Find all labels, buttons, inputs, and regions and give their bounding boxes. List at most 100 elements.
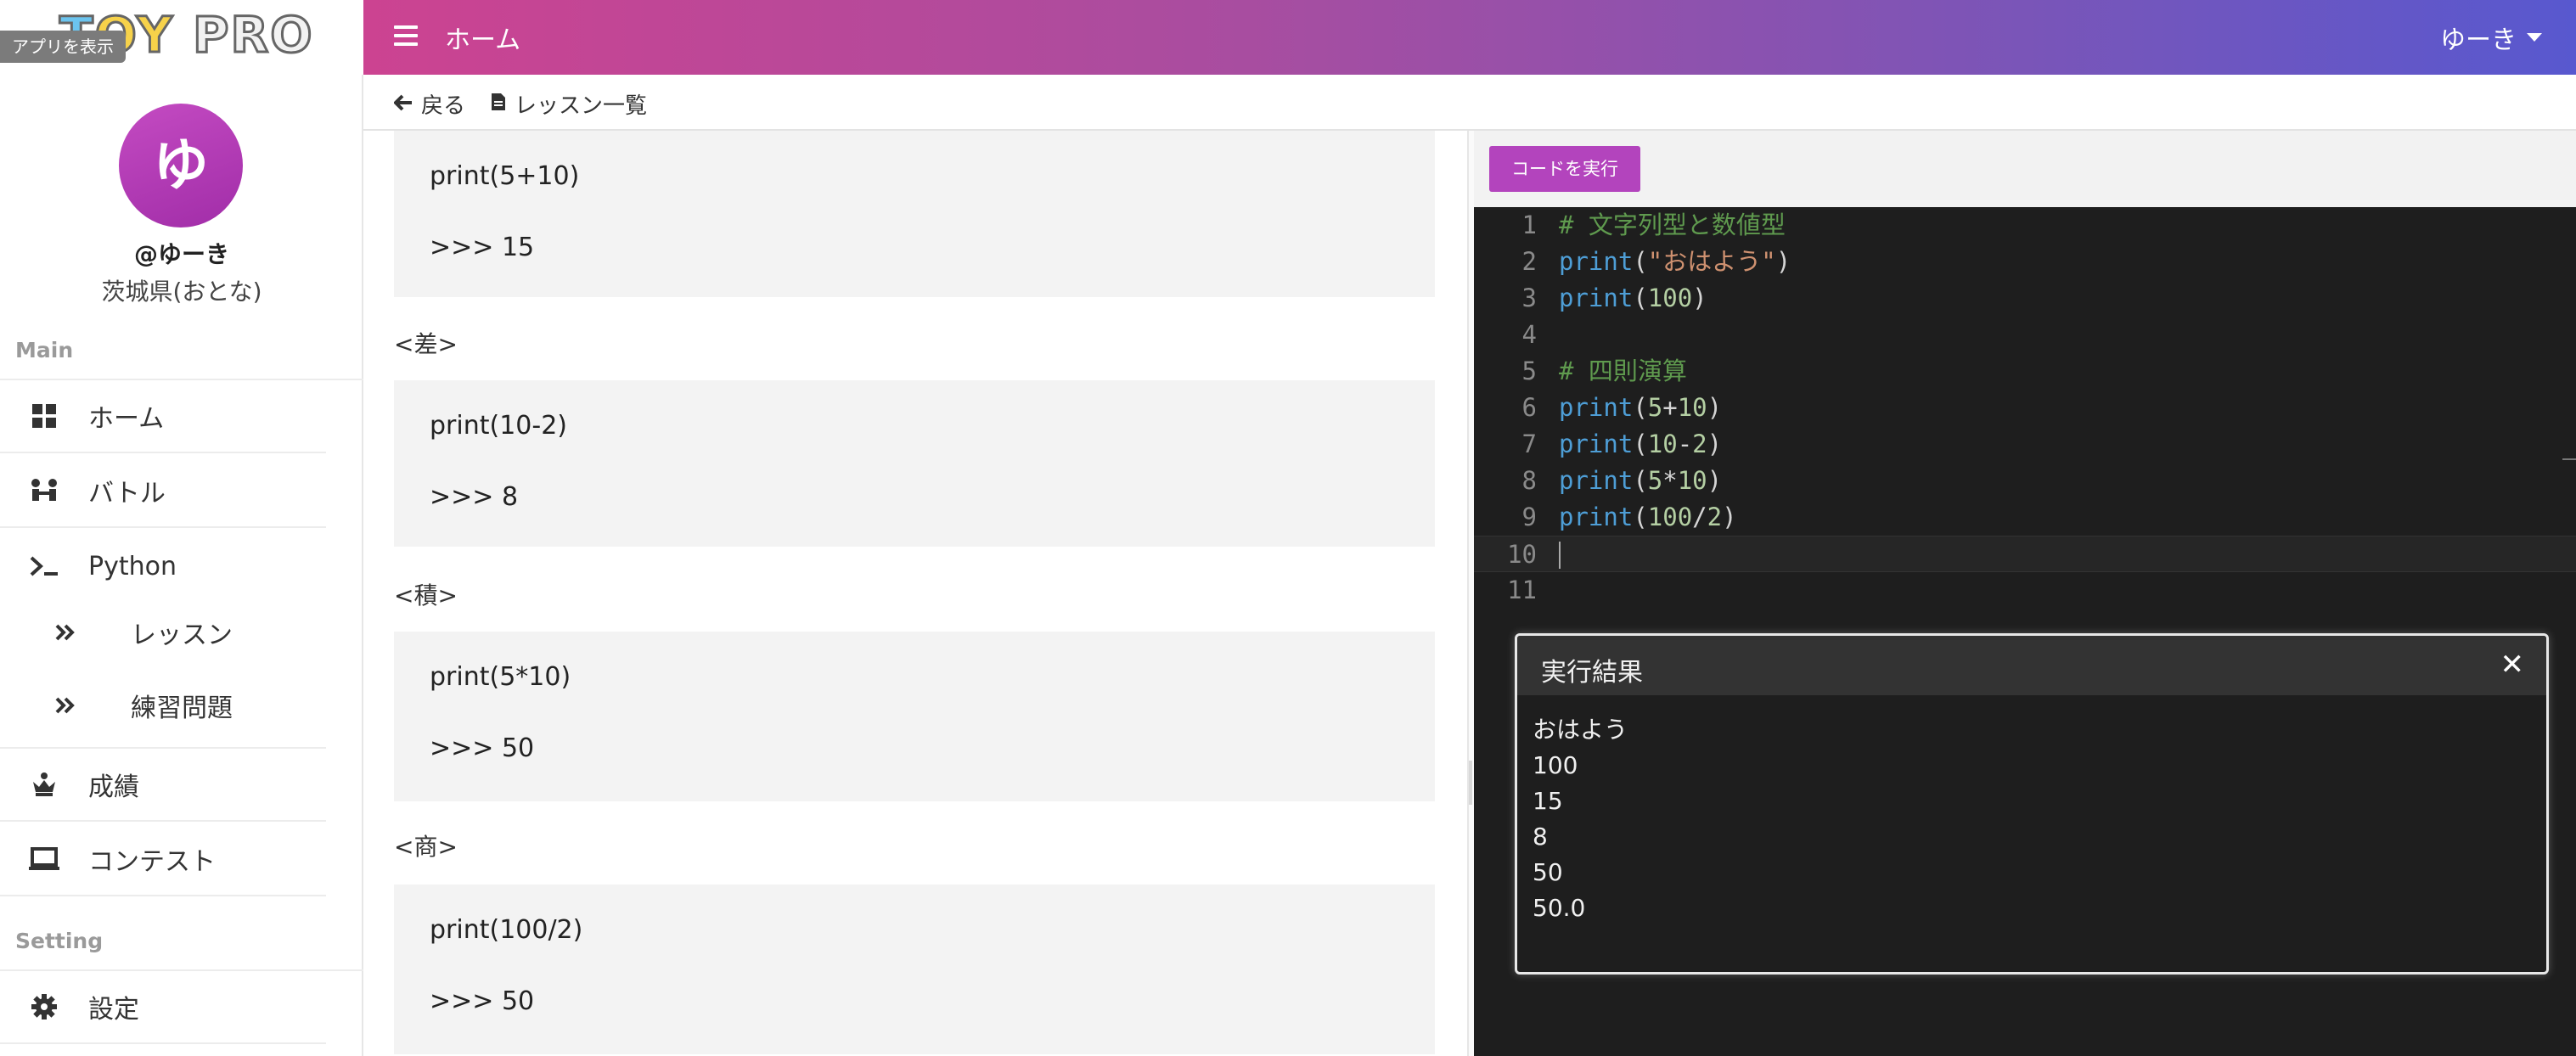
- editor-line[interactable]: 9 print(100/2): [1474, 499, 2576, 536]
- code-example: print(100/2): [430, 915, 583, 945]
- grid-icon: [0, 403, 88, 429]
- editor-line[interactable]: 1 # 文字列型と数値型: [1474, 207, 2576, 244]
- sidebar-item-label: バトル: [88, 479, 166, 508]
- close-icon[interactable]: ✕: [2500, 648, 2525, 682]
- sidebar-item-contest[interactable]: コンテスト: [0, 823, 326, 896]
- result-dialog: 実行結果 ✕ おはよう 100 15 8 50 50.0: [1515, 633, 2549, 975]
- editor-line[interactable]: 5 # 四則演算: [1474, 353, 2576, 390]
- code-line: print(5+10): [1559, 393, 1723, 422]
- line-number: 5: [1521, 357, 1537, 385]
- line-number: 6: [1521, 393, 1537, 422]
- user-handle: @ゆーき: [133, 240, 229, 268]
- battle-icon: [0, 478, 88, 503]
- sidebar-item-grades[interactable]: 成績: [0, 749, 326, 822]
- code-line: # 四則演算: [1559, 357, 1687, 385]
- arrow-left-icon: [393, 92, 413, 117]
- caret-down-icon: [2527, 33, 2542, 42]
- crown-icon: [0, 772, 88, 797]
- sidebar-item-settings[interactable]: 設定: [0, 971, 326, 1044]
- scroll-indicator[interactable]: [2562, 458, 2576, 460]
- result-output-line: 50: [1533, 858, 1563, 886]
- code-output: >>> 15: [430, 233, 535, 262]
- sidebar-item-label: Python: [88, 551, 177, 581]
- line-number: 9: [1521, 503, 1537, 531]
- code-example-card: print(5*10) >>> 50: [394, 632, 1435, 801]
- user-region: 茨城県(おとな): [101, 278, 262, 306]
- operation-label: <差>: [394, 330, 458, 358]
- result-output-line: 50.0: [1533, 894, 1586, 922]
- line-number: 8: [1521, 466, 1537, 495]
- sidebar-item-label: 設定: [88, 995, 139, 1025]
- code-line: print(100/2): [1559, 503, 1737, 531]
- line-number: 11: [1507, 576, 1537, 604]
- section-title-setting: Setting: [15, 929, 104, 953]
- editor-line[interactable]: 10: [1474, 536, 2576, 572]
- code-example: print(10-2): [430, 411, 567, 441]
- editor-line[interactable]: 3 print(100): [1474, 280, 2576, 317]
- code-example-card: print(100/2) >>> 50: [394, 885, 1435, 1054]
- top-header: ホーム ゆーき: [363, 0, 2576, 75]
- double-chevron-icon: [0, 696, 131, 715]
- laptop-icon: [0, 846, 88, 872]
- user-menu-label: ゆーき: [2440, 25, 2517, 55]
- result-output-line: 100: [1533, 751, 1578, 779]
- code-example-card: print(10-2) >>> 8: [394, 380, 1435, 547]
- code-output: >>> 50: [430, 986, 535, 1016]
- section-title-main: Main: [15, 338, 74, 362]
- sidebar-item-label: ホーム: [88, 404, 165, 434]
- run-code-button[interactable]: コードを実行: [1489, 146, 1640, 192]
- code-line: print(10-2): [1559, 430, 1723, 458]
- panel-splitter[interactable]: [1467, 131, 1474, 1056]
- sidebar-item-battle[interactable]: バトル: [0, 455, 326, 528]
- logo-area: TOY PRO アプリを表示: [0, 0, 363, 75]
- code-output: >>> 50: [430, 733, 535, 763]
- editor-line[interactable]: 6 print(5+10): [1474, 390, 2576, 426]
- operation-label: <商>: [394, 833, 458, 861]
- breadcrumb-bar: 戻る レッスン一覧: [363, 75, 2576, 131]
- terminal-icon: [0, 553, 88, 579]
- double-chevron-icon: [0, 623, 131, 642]
- splitter-handle[interactable]: [1469, 761, 1472, 805]
- avatar[interactable]: ゆ: [119, 104, 243, 227]
- lesson-list-link[interactable]: レッスン一覧: [491, 88, 647, 120]
- result-output-line: おはよう: [1533, 716, 1628, 744]
- editor-line[interactable]: 7 print(10-2): [1474, 426, 2576, 463]
- show-app-badge[interactable]: アプリを表示: [0, 31, 126, 63]
- code-line: print(100): [1559, 284, 1707, 312]
- line-number: 7: [1521, 430, 1537, 458]
- code-example: print(5*10): [430, 662, 571, 692]
- hamburger-menu-icon[interactable]: [394, 25, 418, 46]
- editor-line[interactable]: 11: [1474, 572, 2576, 609]
- code-line: print("おはよう"): [1559, 247, 1791, 276]
- sidebar-item-home[interactable]: ホーム: [0, 380, 326, 453]
- sidebar-item-lessons[interactable]: レッスン: [0, 596, 326, 669]
- back-link[interactable]: 戻る: [393, 88, 465, 120]
- text-cursor: [1559, 542, 1561, 569]
- line-number: 1: [1521, 211, 1537, 239]
- page-title: ホーム: [445, 25, 521, 55]
- code-line: print(5*10): [1559, 466, 1723, 495]
- lesson-list-link-label: レッスン一覧: [515, 93, 648, 119]
- sidebar-item-label: レッスン: [131, 621, 233, 650]
- sidebar-item-label: 練習問題: [131, 694, 233, 723]
- result-dialog-title: 実行結果: [1541, 658, 1643, 688]
- user-menu-dropdown[interactable]: ゆーき: [2440, 19, 2542, 56]
- sidebar-item-label: コンテスト: [88, 847, 216, 877]
- result-dialog-header: 実行結果 ✕: [1517, 636, 2546, 695]
- line-number: 3: [1521, 284, 1537, 312]
- line-number: 4: [1521, 320, 1537, 349]
- sidebar-item-python[interactable]: Python: [0, 530, 326, 603]
- sidebar-item-label: 成績: [88, 772, 139, 802]
- result-output-line: 8: [1533, 823, 1548, 851]
- line-number: 2: [1521, 247, 1537, 276]
- editor-line[interactable]: 2 print("おはよう"): [1474, 244, 2576, 280]
- document-icon: [491, 92, 506, 117]
- editor-line[interactable]: 8 print(5*10): [1474, 463, 2576, 499]
- editor-line[interactable]: 4: [1474, 317, 2576, 353]
- result-output-line: 15: [1533, 787, 1563, 815]
- sidebar: TOY PRO アプリを表示 ゆ @ゆーき 茨城県(おとな) Main ホーム …: [0, 0, 363, 1056]
- sidebar-item-exercises[interactable]: 練習問題: [0, 669, 326, 742]
- line-number: 10: [1507, 540, 1537, 569]
- gear-icon: [0, 994, 88, 1019]
- code-example: print(5+10): [430, 161, 580, 191]
